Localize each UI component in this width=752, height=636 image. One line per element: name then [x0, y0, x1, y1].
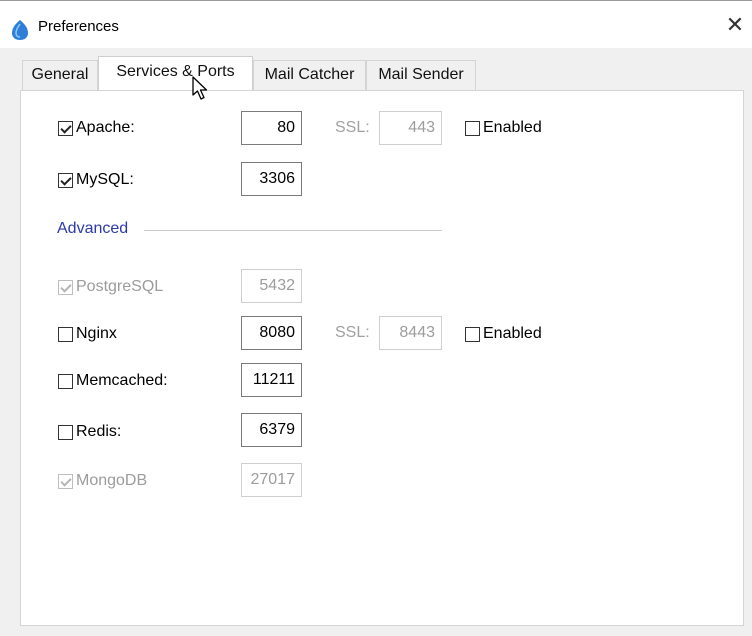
tab-label: Mail Catcher: [264, 66, 355, 83]
checkbox-box: [58, 473, 73, 489]
mongodb-label: MongoDB: [76, 472, 148, 489]
apache-ssl-enabled-checkbox[interactable]: Enabled: [465, 117, 542, 139]
nginx-label: Nginx: [76, 325, 117, 342]
redis-checkbox[interactable]: Redis:: [58, 421, 121, 443]
apache-checkbox[interactable]: Apache:: [58, 117, 135, 139]
checkbox-box: [58, 424, 73, 440]
tab-label: Services & Ports: [116, 63, 235, 80]
tab-mail-sender[interactable]: Mail Sender: [366, 60, 476, 90]
checkbox-box: [465, 326, 480, 342]
nginx-ssl-port-input[interactable]: 8443: [379, 316, 442, 350]
mysql-checkbox[interactable]: MySQL:: [58, 169, 134, 191]
checkbox-box: [58, 120, 73, 136]
tab-mail-catcher[interactable]: Mail Catcher: [253, 60, 366, 90]
postgresql-label: PostgreSQL: [76, 278, 164, 295]
nginx-ssl-enabled-checkbox[interactable]: Enabled: [465, 323, 542, 345]
mysql-port-input[interactable]: 3306: [241, 162, 302, 196]
checkbox-box: [58, 326, 73, 342]
nginx-port-input[interactable]: 8080: [241, 316, 302, 350]
window-title: Preferences: [38, 18, 119, 35]
memcached-port-input[interactable]: 11211: [241, 363, 302, 397]
memcached-checkbox[interactable]: Memcached:: [58, 370, 168, 392]
redis-port-input[interactable]: 6379: [241, 413, 302, 447]
advanced-divider: [144, 230, 442, 231]
tab-general[interactable]: General: [22, 60, 98, 90]
postgresql-port-input: 5432: [241, 269, 302, 303]
checkbox-box: [465, 120, 480, 136]
mongodb-checkbox: MongoDB: [58, 470, 147, 492]
memcached-label: Memcached:: [76, 372, 168, 389]
apache-port-input[interactable]: 80: [241, 111, 302, 145]
apache-ssl-label: SSL:: [335, 119, 370, 136]
nginx-ssl-label: SSL:: [335, 324, 370, 341]
mysql-label: MySQL:: [76, 171, 134, 188]
tab-label: General: [31, 66, 89, 83]
mongodb-port-input: 27017: [241, 463, 302, 497]
app-logo-icon: [12, 20, 28, 40]
checkbox-box: [58, 172, 73, 188]
close-button[interactable]: ✕: [722, 13, 748, 39]
apache-ssl-enabled-label: Enabled: [483, 119, 542, 136]
postgresql-checkbox: PostgreSQL: [58, 276, 163, 298]
apache-label: Apache:: [76, 119, 135, 136]
checkbox-box: [58, 373, 73, 389]
apache-ssl-port-input[interactable]: 443: [379, 111, 442, 145]
tab-label: Mail Sender: [378, 66, 464, 83]
title-bar: Preferences ✕: [0, 0, 752, 49]
mouse-cursor-icon: [192, 76, 208, 100]
redis-label: Redis:: [76, 423, 122, 440]
checkbox-box: [58, 279, 73, 295]
advanced-section-label: Advanced: [57, 220, 129, 237]
close-icon: ✕: [725, 13, 745, 38]
tab-services-ports[interactable]: Services & Ports: [98, 56, 253, 90]
nginx-ssl-enabled-label: Enabled: [483, 325, 542, 342]
nginx-checkbox[interactable]: Nginx: [58, 323, 117, 345]
